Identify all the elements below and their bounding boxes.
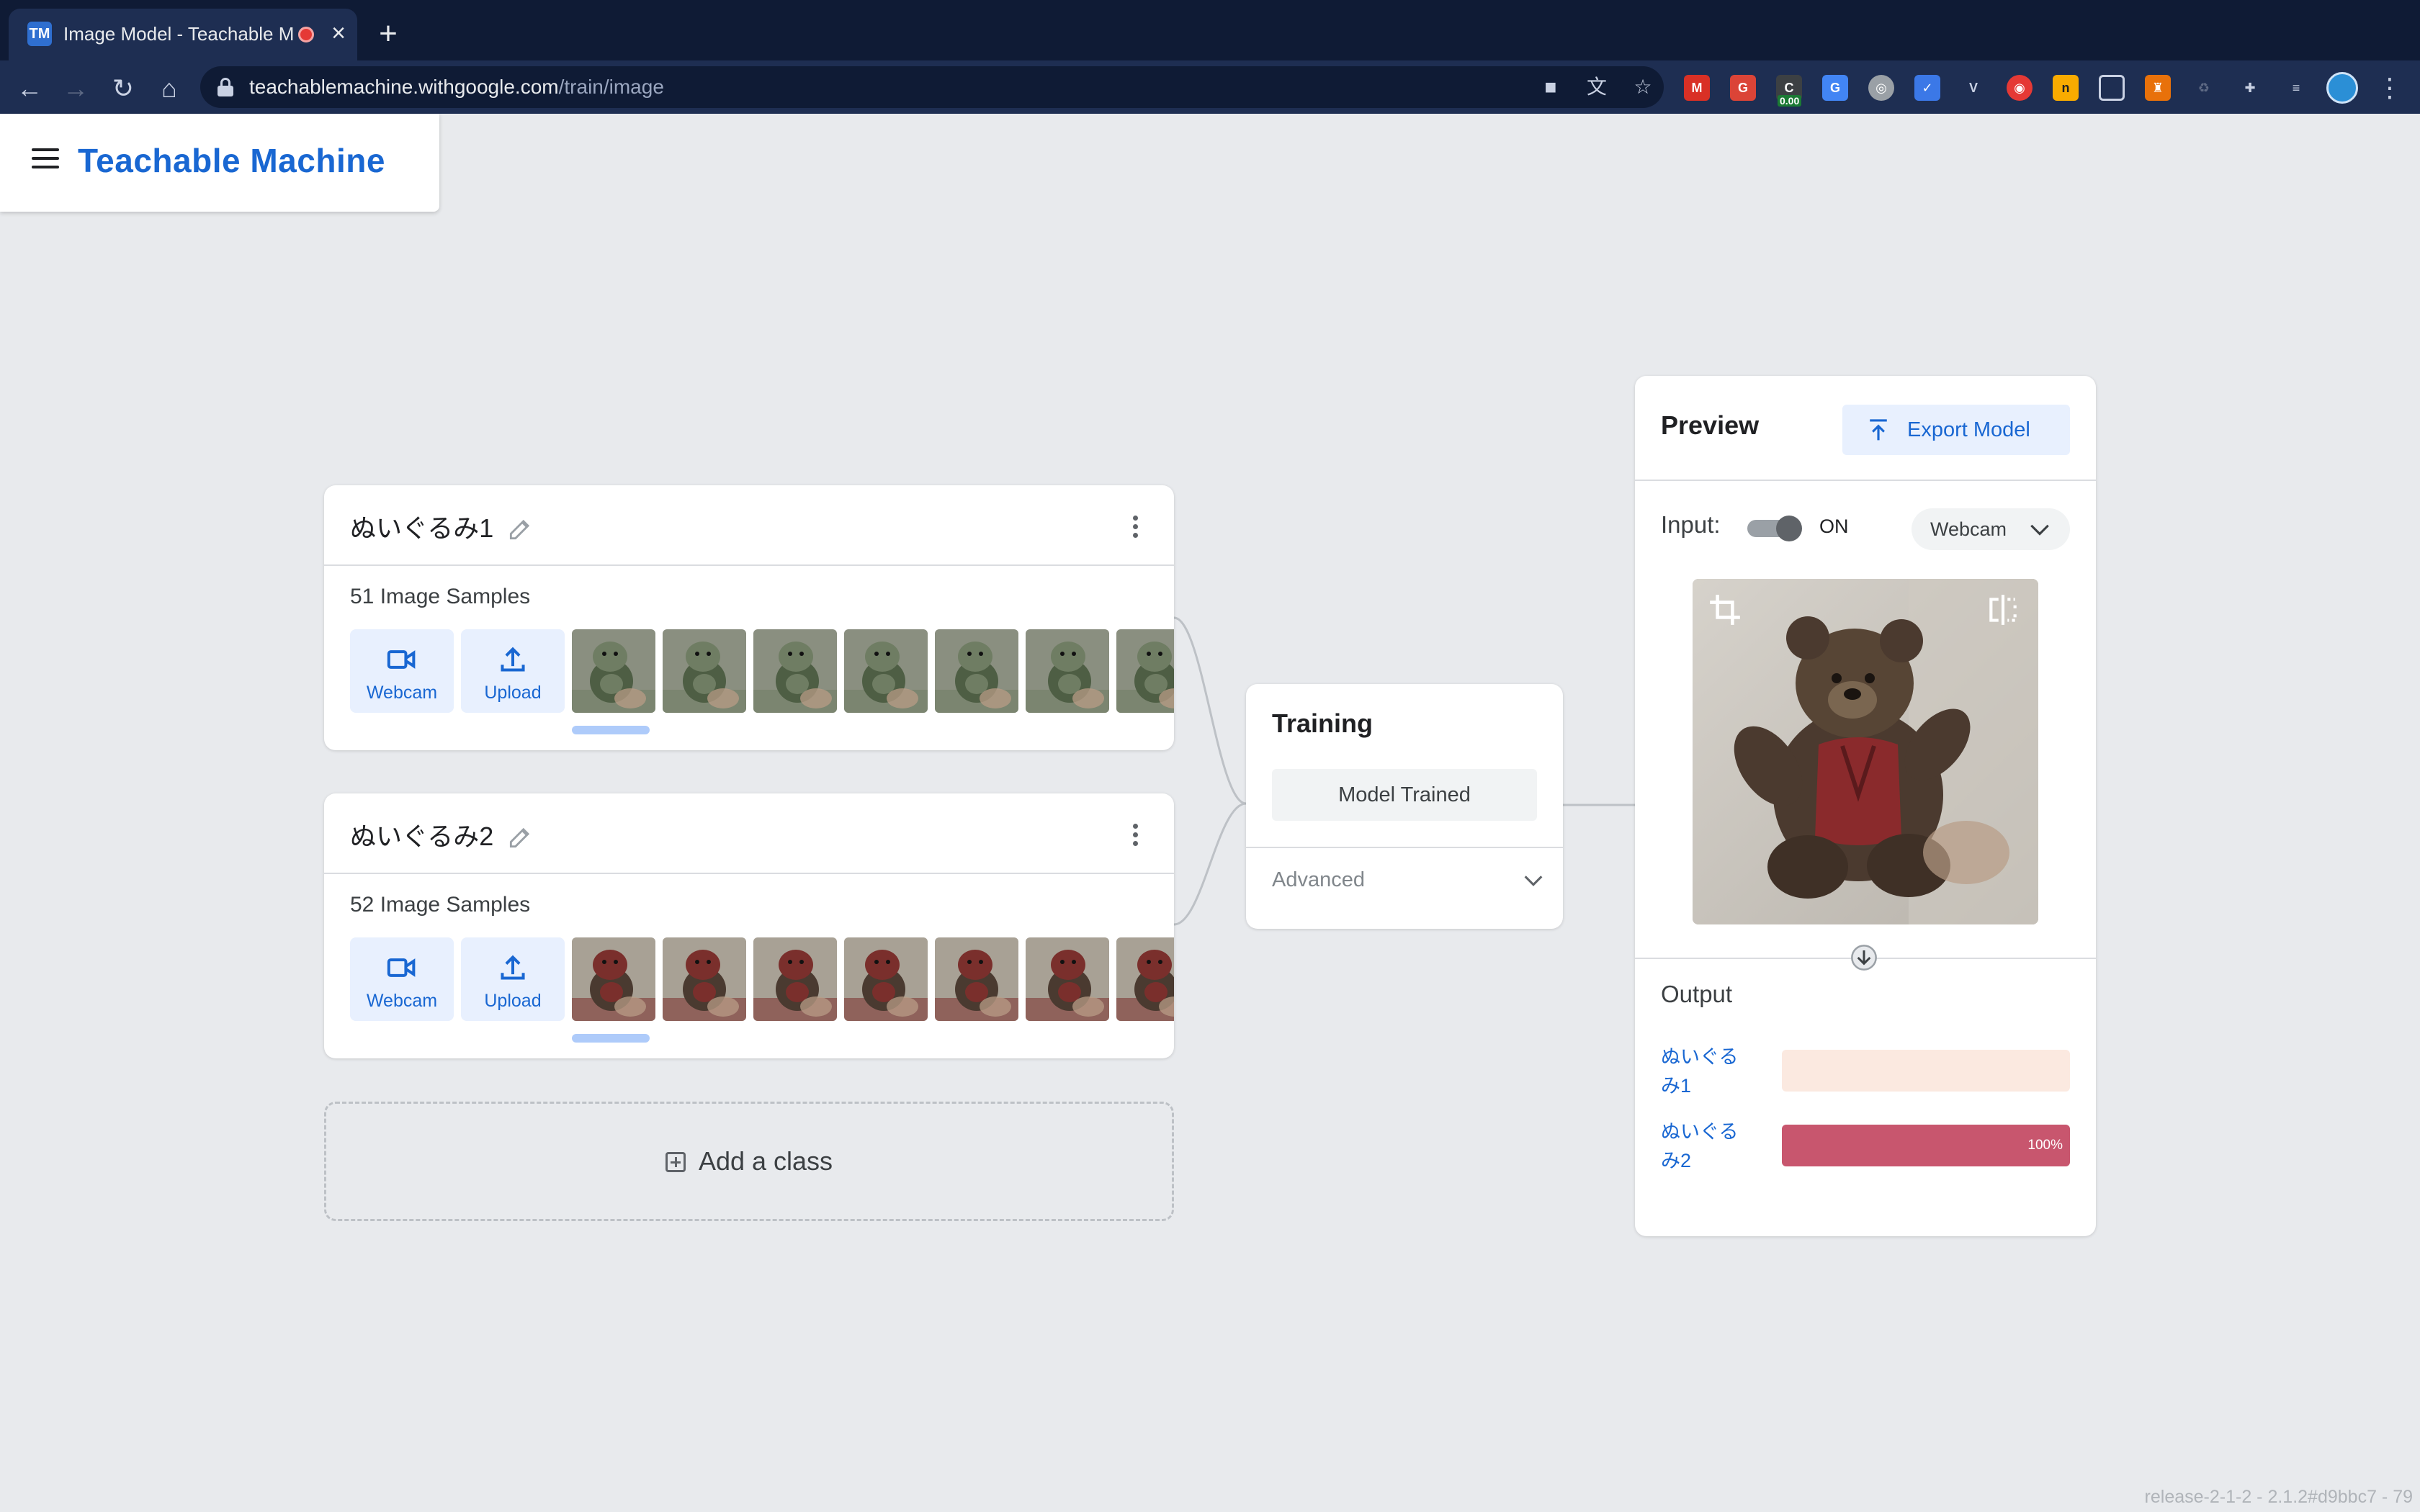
- class-card-1: ぬいぐるみ1 51 Image Samples Webcam Upload: [324, 485, 1174, 750]
- sample-thumbnail[interactable]: [935, 937, 1018, 1021]
- output-percent: 100%: [2027, 1138, 2063, 1153]
- upload-button[interactable]: Upload: [461, 629, 565, 713]
- thumbnail-scroll-indicator[interactable]: [572, 1034, 650, 1043]
- upload-icon: [501, 955, 525, 980]
- version-label: release-2-1-2 - 2.1.2#d9bbc7 - 79: [2144, 1487, 2413, 1507]
- edit-pencil-icon[interactable]: [506, 516, 534, 543]
- sample-thumbnail[interactable]: [844, 937, 928, 1021]
- input-toggle-switch[interactable]: [1747, 516, 1802, 541]
- class-name[interactable]: ぬいぐるみ1: [350, 507, 493, 550]
- divider: [1635, 480, 2096, 481]
- sample-thumbnail[interactable]: [844, 629, 928, 713]
- class-options-kebab-icon[interactable]: [1131, 516, 1139, 541]
- chevron-down-icon: [2030, 524, 2049, 536]
- class-card-header: ぬいぐるみ2: [324, 793, 1174, 874]
- video-camera-icon: [387, 958, 416, 977]
- sample-thumbnail[interactable]: [572, 937, 655, 1021]
- export-model-button[interactable]: Export Model: [1842, 405, 2070, 455]
- upload-label: Upload: [484, 991, 542, 1011]
- output-class-label: ぬいぐるみ1: [1661, 1046, 1739, 1097]
- input-label: Input:: [1661, 511, 1721, 538]
- chevron-down-icon[interactable]: [1521, 868, 1546, 893]
- toggle-state-label: ON: [1819, 516, 1849, 537]
- divider: [1246, 847, 1563, 848]
- thumbnail-scroll-indicator[interactable]: [572, 726, 650, 734]
- sample-thumbnail[interactable]: [753, 937, 837, 1021]
- sample-thumbnail[interactable]: [1116, 629, 1174, 713]
- sample-thumbnail[interactable]: [1026, 629, 1109, 713]
- crop-icon[interactable]: [1707, 592, 1743, 628]
- output-class-label: ぬいぐるみ2: [1661, 1121, 1739, 1171]
- sample-thumbnail[interactable]: [935, 629, 1018, 713]
- model-trained-button[interactable]: Model Trained: [1272, 769, 1537, 821]
- sample-thumbnails[interactable]: [570, 937, 1174, 1021]
- webcam-button[interactable]: Webcam: [350, 629, 454, 713]
- output-confidence-bar: [1782, 1050, 2070, 1092]
- sample-thumbnail[interactable]: [753, 629, 837, 713]
- class-options-kebab-icon[interactable]: [1131, 824, 1139, 850]
- training-title: Training: [1272, 708, 1373, 738]
- webcam-label: Webcam: [366, 683, 438, 703]
- sample-thumbnail[interactable]: [1116, 937, 1174, 1021]
- sample-count: 51 Image Samples: [350, 585, 531, 608]
- output-confidence-bar: 100%: [1782, 1125, 2070, 1166]
- preview-title: Preview: [1661, 410, 1760, 440]
- input-source-select[interactable]: Webcam: [1912, 508, 2070, 550]
- upload-button[interactable]: Upload: [461, 937, 565, 1021]
- sample-thumbnail[interactable]: [663, 629, 746, 713]
- class-card-header: ぬいぐるみ1: [324, 485, 1174, 566]
- video-camera-icon: [387, 650, 416, 669]
- sample-thumbnail[interactable]: [663, 937, 746, 1021]
- output-title: Output: [1661, 981, 1733, 1007]
- training-card: Training Model Trained Advanced: [1246, 684, 1563, 929]
- edit-pencil-icon[interactable]: [506, 824, 534, 851]
- sample-thumbnails[interactable]: [570, 629, 1174, 713]
- flip-horizontal-icon[interactable]: [1985, 592, 2021, 628]
- sample-thumbnail[interactable]: [1026, 937, 1109, 1021]
- add-class-label: Add a class: [698, 1146, 833, 1176]
- webcam-label: Webcam: [366, 991, 438, 1011]
- sample-count: 52 Image Samples: [350, 893, 531, 917]
- webcam-button[interactable]: Webcam: [350, 937, 454, 1021]
- class-name[interactable]: ぬいぐるみ2: [350, 815, 493, 858]
- output-confidence-fill: [1782, 1125, 2070, 1166]
- sample-thumbnail[interactable]: [572, 629, 655, 713]
- upload-label: Upload: [484, 683, 542, 703]
- advanced-toggle-label[interactable]: Advanced: [1272, 868, 1365, 892]
- input-source-value: Webcam: [1930, 518, 2007, 540]
- add-class-button[interactable]: Add a class: [324, 1102, 1174, 1221]
- export-model-label: Export Model: [1907, 418, 2030, 441]
- class-card-2: ぬいぐるみ2 52 Image Samples Webcam Upload: [324, 793, 1174, 1058]
- upload-icon: [501, 647, 525, 672]
- webcam-preview-image: [1693, 579, 2038, 924]
- export-upload-icon: [1870, 419, 1887, 441]
- preview-card: Preview Export Model Input: ON Webcam Ou…: [1635, 376, 2096, 1236]
- teddy-bear-photo: [1693, 579, 2038, 924]
- add-box-icon: [665, 1152, 686, 1172]
- arrow-down-circle-icon: [1851, 945, 1877, 971]
